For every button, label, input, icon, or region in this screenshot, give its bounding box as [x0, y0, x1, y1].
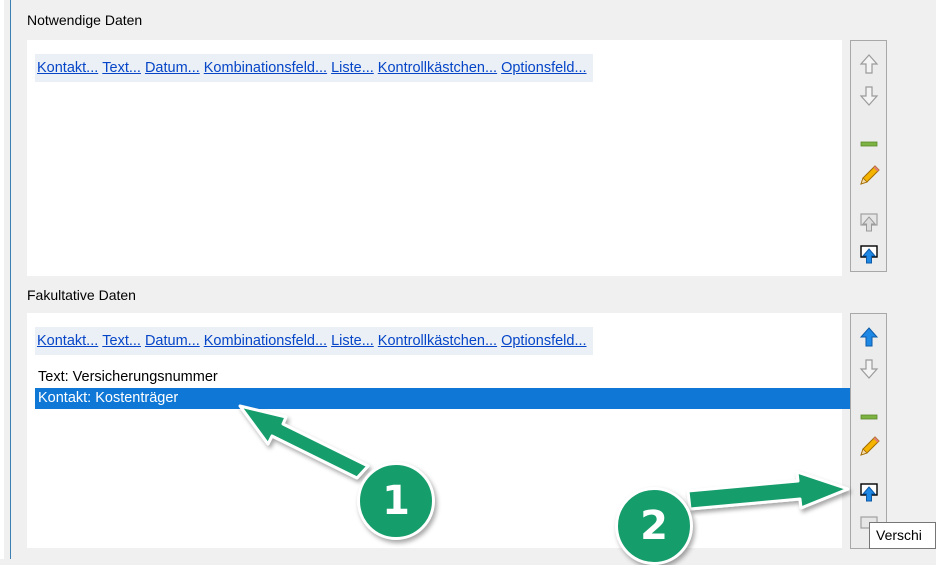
- arrow-2: [686, 470, 850, 511]
- callout-badge-1: 1: [357, 462, 435, 540]
- callout-arrows: [238, 404, 850, 511]
- arrow-1: [238, 404, 370, 480]
- callout-badge-2: 2: [615, 487, 693, 565]
